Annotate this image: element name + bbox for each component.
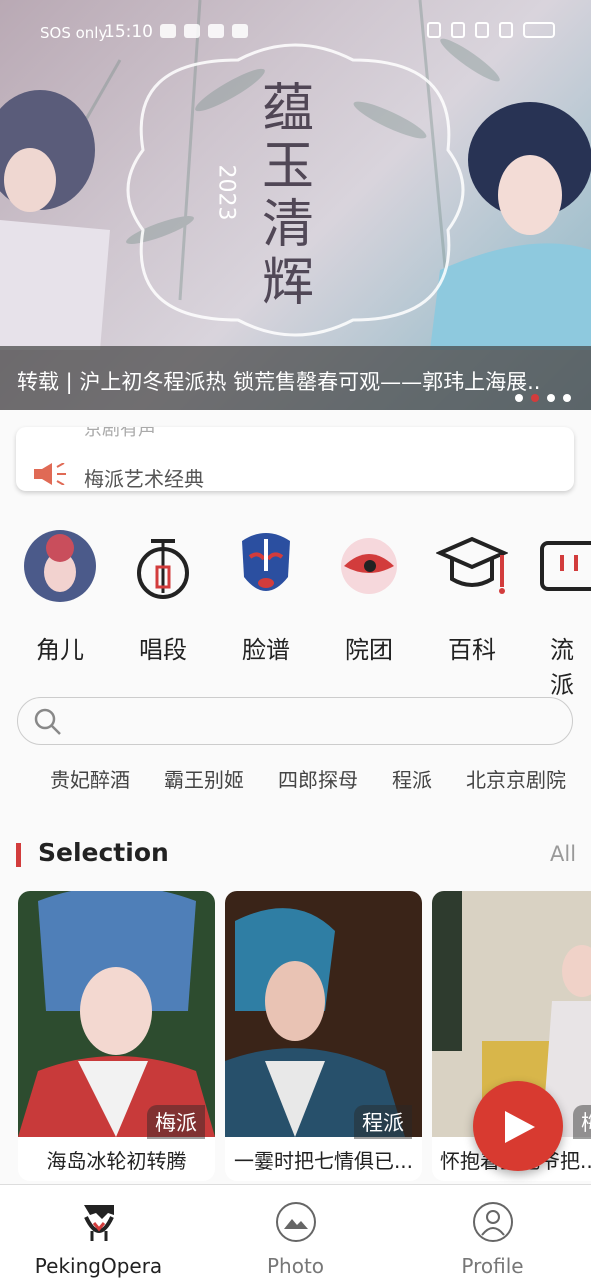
hot-tags: 贵妃醉酒 霸王别姬 四郎探母 程派 北京京剧院 (50, 764, 566, 793)
nav-label: Photo (266, 1254, 325, 1278)
wifi-icon (475, 22, 489, 38)
sim-alert-icon (499, 22, 513, 38)
troupe-eye-icon (333, 530, 405, 602)
carousel-dot[interactable] (563, 394, 571, 402)
nav-label: Profile (461, 1254, 524, 1278)
selection-card[interactable]: 程派 一霎时把七情俱已... (225, 891, 422, 1181)
speaker-icon (34, 463, 66, 485)
notification-icons (160, 24, 248, 38)
poster-title: 蕴玉清辉 (262, 79, 315, 313)
banner-carousel[interactable]: 蕴玉清辉 2023 SOS only 15:10 转载 | 沪上初冬程派热 锁荒… (0, 0, 591, 410)
opera-mask-icon (230, 530, 302, 602)
nav-tab-photo[interactable]: Photo (197, 1185, 394, 1281)
school-badge: 梅派 (573, 1105, 591, 1139)
category-troupe[interactable]: 院团 (324, 530, 414, 665)
graduation-cap-icon (436, 530, 508, 602)
status-bar: SOS only 15:10 (0, 0, 591, 64)
hot-tag[interactable]: 霸王别姬 (164, 764, 244, 793)
play-icon (505, 1111, 535, 1143)
search-input[interactable] (17, 697, 573, 745)
pipa-instrument-icon (127, 530, 199, 602)
category-mask[interactable]: 脸谱 (221, 530, 311, 665)
card-image (225, 891, 422, 1137)
category-label: 唱段 (139, 636, 187, 664)
opera-logo-icon (84, 1205, 114, 1241)
category-label: 百科 (448, 636, 496, 664)
carousel-dot[interactable] (515, 394, 523, 402)
performer-left-image (0, 90, 110, 350)
category-label: 脸谱 (242, 636, 290, 664)
notice-ticker[interactable]: 京剧有声 梅派艺术经典 (16, 427, 574, 491)
notice-previous-text: 京剧有声 (84, 427, 156, 440)
category-label: 角儿 (36, 636, 84, 664)
bottom-navigation: PekingOpera Photo Profile (0, 1184, 591, 1281)
card-title: 海岛冰轮初转腾 (46, 1149, 187, 1173)
category-school[interactable]: 流派 (530, 530, 591, 700)
section-accent-bar (16, 843, 21, 867)
category-encyclopedia[interactable]: 百科 (427, 530, 517, 665)
scroll-icon (540, 530, 591, 602)
selection-card[interactable]: 梅派 海岛冰轮初转腾 (18, 891, 215, 1181)
hot-tag[interactable]: 程派 (392, 764, 432, 793)
hot-tag[interactable]: 贵妃醉酒 (50, 764, 130, 793)
photo-icon (276, 1202, 316, 1242)
notice-text: 梅派艺术经典 (84, 467, 204, 491)
search-icon (34, 708, 61, 735)
carousel-dot[interactable] (547, 394, 555, 402)
nav-tab-pekingopera[interactable]: PekingOpera (0, 1185, 197, 1281)
category-label: 院团 (345, 636, 393, 664)
category-label: 流派 (550, 636, 574, 699)
nav-label: PekingOpera (34, 1254, 163, 1278)
poster-year: 2023 (213, 164, 239, 221)
school-badge: 程派 (354, 1105, 412, 1139)
profile-icon (473, 1202, 513, 1242)
card-image (18, 891, 215, 1137)
banner-caption[interactable]: 转载 | 沪上初冬程派热 锁荒售罄春可观——郭玮上海展.. (17, 366, 577, 396)
section-title: Selection (38, 838, 169, 867)
battery-icon (523, 22, 555, 38)
carrier-label: SOS only (40, 24, 108, 42)
nfc-icon (427, 22, 441, 38)
actor-portrait-icon (24, 530, 96, 602)
category-actor[interactable]: 角儿 (15, 530, 105, 665)
play-button[interactable] (473, 1081, 563, 1171)
clock: 15:10 (104, 22, 153, 42)
hot-tag[interactable]: 北京京剧院 (466, 764, 566, 793)
hot-tag[interactable]: 四郎探母 (278, 764, 358, 793)
carousel-dot-active[interactable] (531, 394, 539, 402)
school-badge: 梅派 (147, 1105, 205, 1139)
view-all-link[interactable]: All (550, 842, 576, 866)
category-aria[interactable]: 唱段 (118, 530, 208, 665)
card-title: 一霎时把七情俱已... (233, 1149, 414, 1173)
nav-tab-profile[interactable]: Profile (394, 1185, 591, 1281)
category-row: 角儿 唱段 脸谱 院团 百科 流派 (0, 530, 591, 699)
vibrate-icon (451, 22, 465, 38)
carousel-indicators (515, 394, 571, 402)
system-icons (427, 22, 555, 38)
